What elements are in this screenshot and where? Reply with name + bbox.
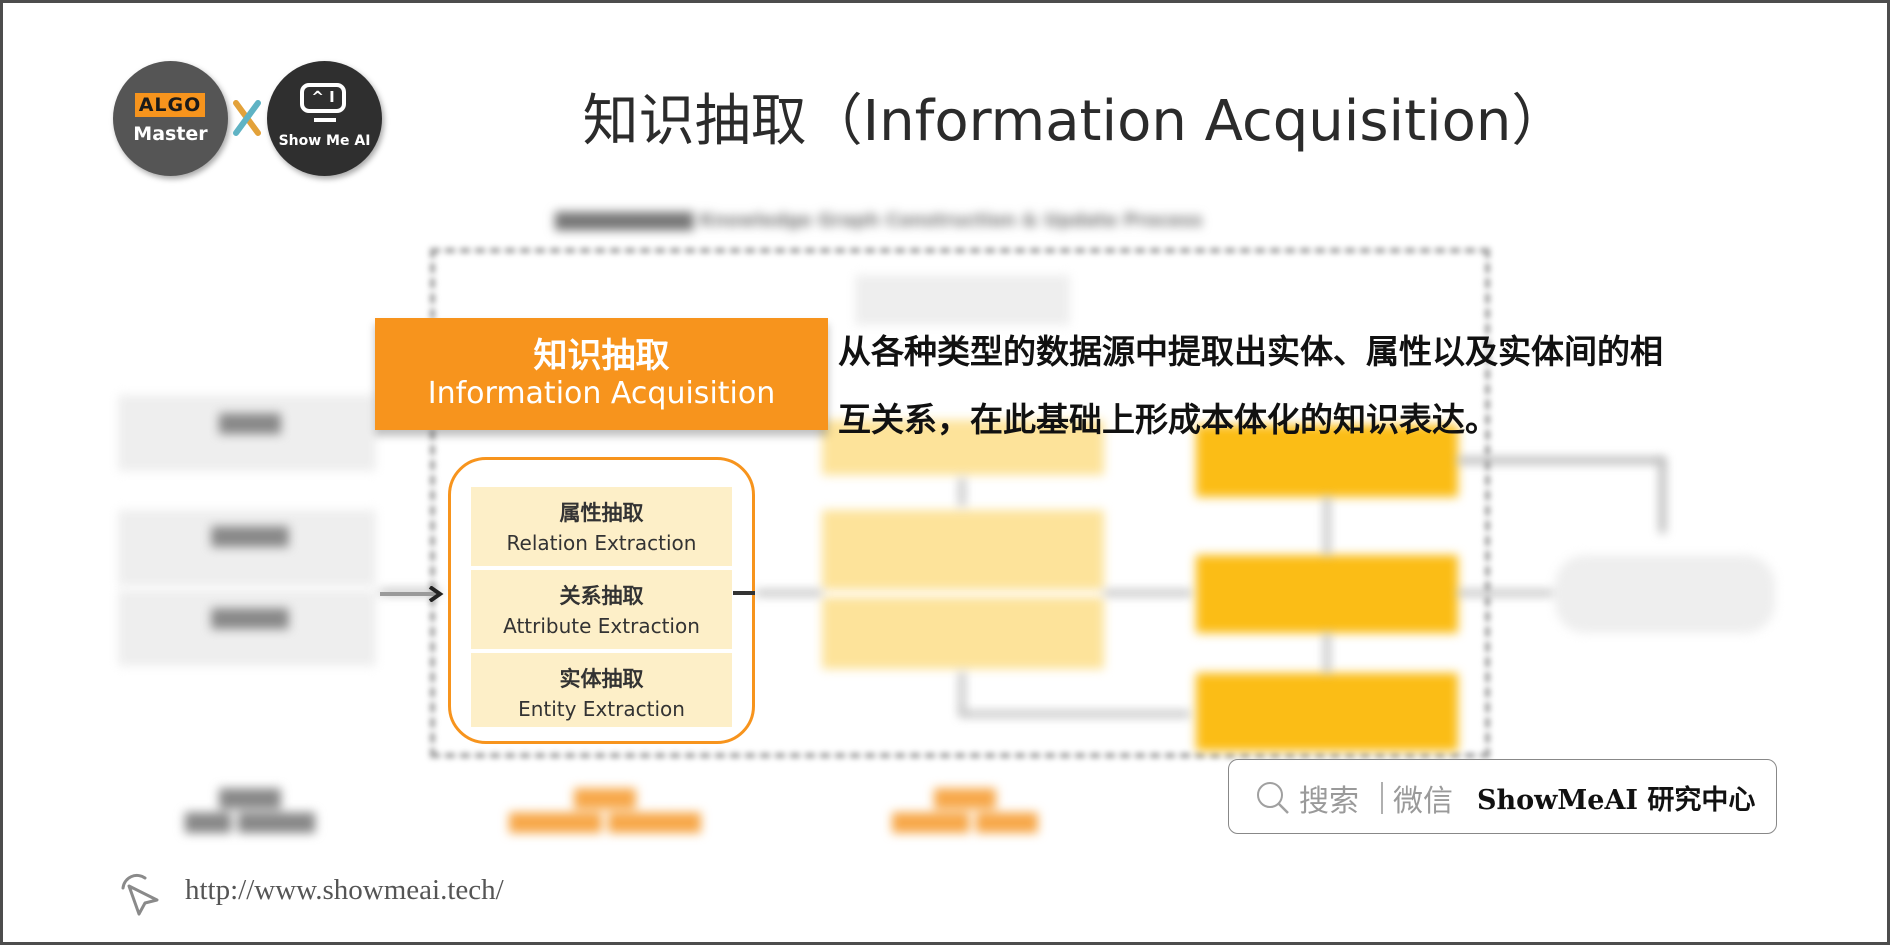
search-icon bbox=[1257, 782, 1289, 814]
source-box-semi-structured bbox=[118, 510, 376, 586]
extraction-card: 属性抽取 Relation Extraction 关系抽取 Attribute … bbox=[448, 457, 755, 744]
description-line-2: 互关系，在此基础上形成本体化的知识表达。 bbox=[838, 400, 1498, 439]
connector-line bbox=[1458, 458, 1663, 463]
extraction-item-zh: 实体抽取 bbox=[559, 667, 644, 691]
cross-icon bbox=[233, 100, 261, 136]
blurred-label: ▇▇▇▇ bbox=[219, 410, 281, 434]
extraction-item: 关系抽取 Attribute Extraction bbox=[471, 570, 732, 649]
header-en: Information Acquisition bbox=[427, 376, 776, 411]
knowledge-graph-box bbox=[1555, 555, 1775, 633]
diagram-caption-blurred: ▇▇▇▇▇▇▇▇▇▇ Knowledge Graph Construction … bbox=[555, 210, 1203, 231]
extraction-item-en: Attribute Extraction bbox=[503, 614, 700, 638]
entity-disambiguation-box bbox=[822, 597, 1104, 669]
extraction-item: 属性抽取 Relation Extraction bbox=[471, 487, 732, 566]
arrow-right-icon bbox=[380, 586, 444, 602]
connector-line bbox=[1104, 591, 1192, 595]
connector-line bbox=[1325, 497, 1329, 555]
connector-line bbox=[1325, 633, 1329, 673]
blurred-label: ▇▇▇▇▇ bbox=[211, 523, 289, 547]
showmeai-logo: ^ I Show Me AI bbox=[267, 61, 382, 176]
connector-line-out bbox=[733, 591, 755, 595]
connector-line bbox=[756, 591, 822, 595]
search-hint: 搜索 bbox=[1299, 784, 1359, 819]
algo-badge: ALGO bbox=[135, 93, 205, 117]
connector-line bbox=[960, 478, 964, 506]
monitor-icon: ^ I bbox=[300, 83, 346, 113]
wechat-hint: 微信 bbox=[1393, 784, 1453, 819]
connector-line bbox=[1660, 458, 1665, 533]
search-divider bbox=[1381, 782, 1383, 814]
connector-line bbox=[960, 712, 1190, 716]
stage-label-blurred: ▇▇▇▇ ▇▇▇▇▇▇ ▇▇▇▇▇▇ bbox=[509, 785, 701, 833]
stage-label-blurred: ▇▇▇▇ ▇▇▇ ▇▇▇▇▇ bbox=[184, 785, 315, 833]
page-title: 知识抽取（Information Acquisition） bbox=[582, 89, 1568, 154]
extraction-item-zh: 关系抽取 bbox=[559, 584, 644, 608]
connector-line bbox=[1458, 591, 1553, 595]
header-zh: 知识抽取 bbox=[533, 336, 670, 376]
connector-line bbox=[960, 672, 964, 714]
wechat-search-box[interactable]: 搜索 微信 ShowMeAI 研究中心 bbox=[1228, 759, 1777, 834]
algo-master-logo: ALGO Master bbox=[113, 61, 228, 176]
coreference-box bbox=[822, 510, 1104, 590]
algo-master-text: Master bbox=[133, 123, 208, 145]
quality-evaluation-box bbox=[1196, 555, 1458, 633]
ontology-extraction-box bbox=[1196, 673, 1458, 751]
monitor-stand bbox=[314, 118, 336, 122]
description-line-1: 从各种类型的数据源中提取出实体、属性以及实体间的相 bbox=[838, 332, 1663, 371]
search-brand: ShowMeAI 研究中心 bbox=[1477, 785, 1756, 816]
blurred-label: ▇▇▇▇▇ bbox=[211, 605, 289, 629]
extraction-item-en: Entity Extraction bbox=[518, 697, 685, 721]
extraction-item-en: Relation Extraction bbox=[506, 531, 697, 555]
showmeai-logo-text: Show Me AI bbox=[278, 133, 371, 149]
information-acquisition-header: 知识抽取 Information Acquisition bbox=[375, 318, 828, 430]
description: 从各种类型的数据源中提取出实体、属性以及实体间的相 互关系，在此基础上形成本体化… bbox=[838, 318, 1798, 454]
extraction-item: 实体抽取 Entity Extraction bbox=[471, 653, 732, 727]
cursor-click-icon bbox=[121, 873, 159, 916]
extraction-item-zh: 属性抽取 bbox=[559, 501, 644, 525]
website-link[interactable]: http://www.showmeai.tech/ bbox=[185, 874, 504, 907]
stage-label-blurred: ▇▇▇▇ ▇▇▇▇▇ ▇▇▇▇ bbox=[892, 785, 1038, 833]
